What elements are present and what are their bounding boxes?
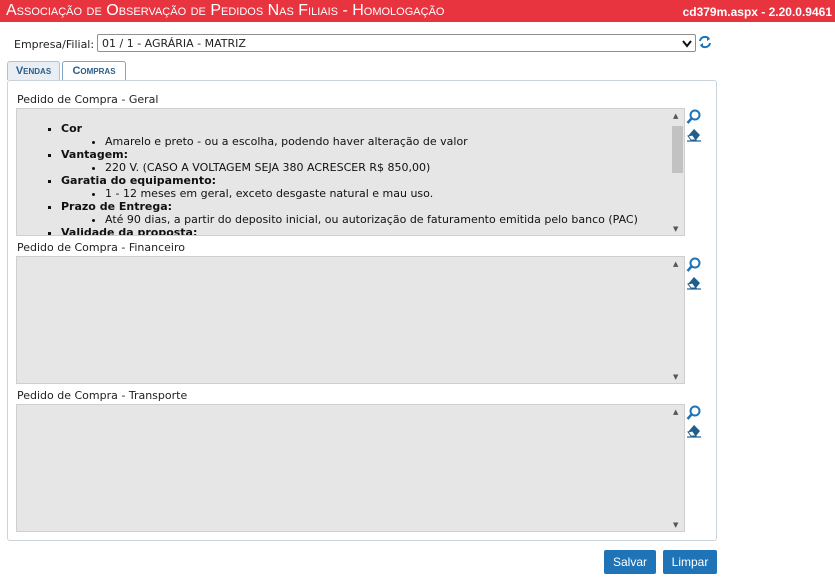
page-title: Associação de Observação de Pedidos Nas … [6, 2, 445, 19]
scroll-down-icon[interactable]: ▼ [673, 373, 678, 381]
search-icon[interactable] [686, 109, 702, 125]
transporte-textarea[interactable]: ▲ ▼ [16, 404, 685, 532]
eraser-icon[interactable] [686, 274, 702, 290]
scrollbar[interactable]: ▲ ▼ [670, 109, 684, 235]
version-label: cd379m.aspx - 2.20.0.9461 [682, 5, 832, 19]
list-item: Prazo de Entrega: Até 90 dias, a partir … [61, 200, 668, 226]
title-bar: Associação de Observação de Pedidos Nas … [0, 0, 835, 22]
list-item: Vantagem: 220 V. (CASO A VOLTAGEM SEJA 3… [61, 148, 668, 174]
list-item-detail: Até 90 dias, a partir do deposito inicia… [105, 213, 668, 226]
list-item: Garatia do equipamento: 1 - 12 meses em … [61, 174, 668, 200]
refresh-icon[interactable] [698, 34, 712, 50]
eraser-icon[interactable] [686, 422, 702, 438]
financeiro-label: Pedido de Compra - Financeiro [17, 241, 185, 254]
geral-label: Pedido de Compra - Geral [17, 93, 159, 106]
scrollbar[interactable]: ▲ ▼ [670, 405, 684, 531]
chevron-down-icon [682, 40, 692, 48]
tab-compras[interactable]: Compras [62, 61, 126, 81]
list-item-detail: 220 V. (CASO A VOLTAGEM SEJA 380 ACRESCE… [105, 161, 668, 174]
clear-button[interactable]: Limpar [663, 550, 717, 574]
list-item-detail: Amarelo e preto - ou a escolha, podendo … [105, 135, 668, 148]
transporte-label: Pedido de Compra - Transporte [17, 389, 188, 402]
tab-vendas[interactable]: Vendas [7, 61, 60, 80]
list-item-detail: 1 - 12 meses em geral, exceto desgaste n… [105, 187, 668, 200]
financeiro-textarea[interactable]: ▲ ▼ [16, 256, 685, 384]
list-item: Cor Amarelo e preto - ou a escolha, pode… [61, 122, 668, 148]
eraser-icon[interactable] [686, 126, 702, 142]
save-button[interactable]: Salvar [604, 550, 656, 574]
search-icon[interactable] [686, 405, 702, 421]
empresa-label: Empresa/Filial: [14, 38, 95, 51]
empresa-select[interactable]: 01 / 1 - AGRÁRIA - MATRIZ [97, 34, 696, 52]
scroll-thumb[interactable] [672, 126, 683, 173]
geral-content: Cor Amarelo e preto - ou a escolha, pode… [17, 122, 668, 235]
search-icon[interactable] [686, 257, 702, 273]
scroll-up-icon[interactable]: ▲ [673, 112, 678, 120]
scrollbar[interactable]: ▲ ▼ [670, 257, 684, 383]
scroll-down-icon[interactable]: ▼ [673, 521, 678, 529]
scroll-down-icon[interactable]: ▼ [673, 225, 678, 233]
empresa-selected-value: 01 / 1 - AGRÁRIA - MATRIZ [102, 37, 246, 50]
scroll-up-icon[interactable]: ▲ [673, 260, 678, 268]
geral-textarea[interactable]: Cor Amarelo e preto - ou a escolha, pode… [16, 108, 685, 236]
list-item: Validade da proposta: [61, 226, 668, 235]
scroll-up-icon[interactable]: ▲ [673, 408, 678, 416]
